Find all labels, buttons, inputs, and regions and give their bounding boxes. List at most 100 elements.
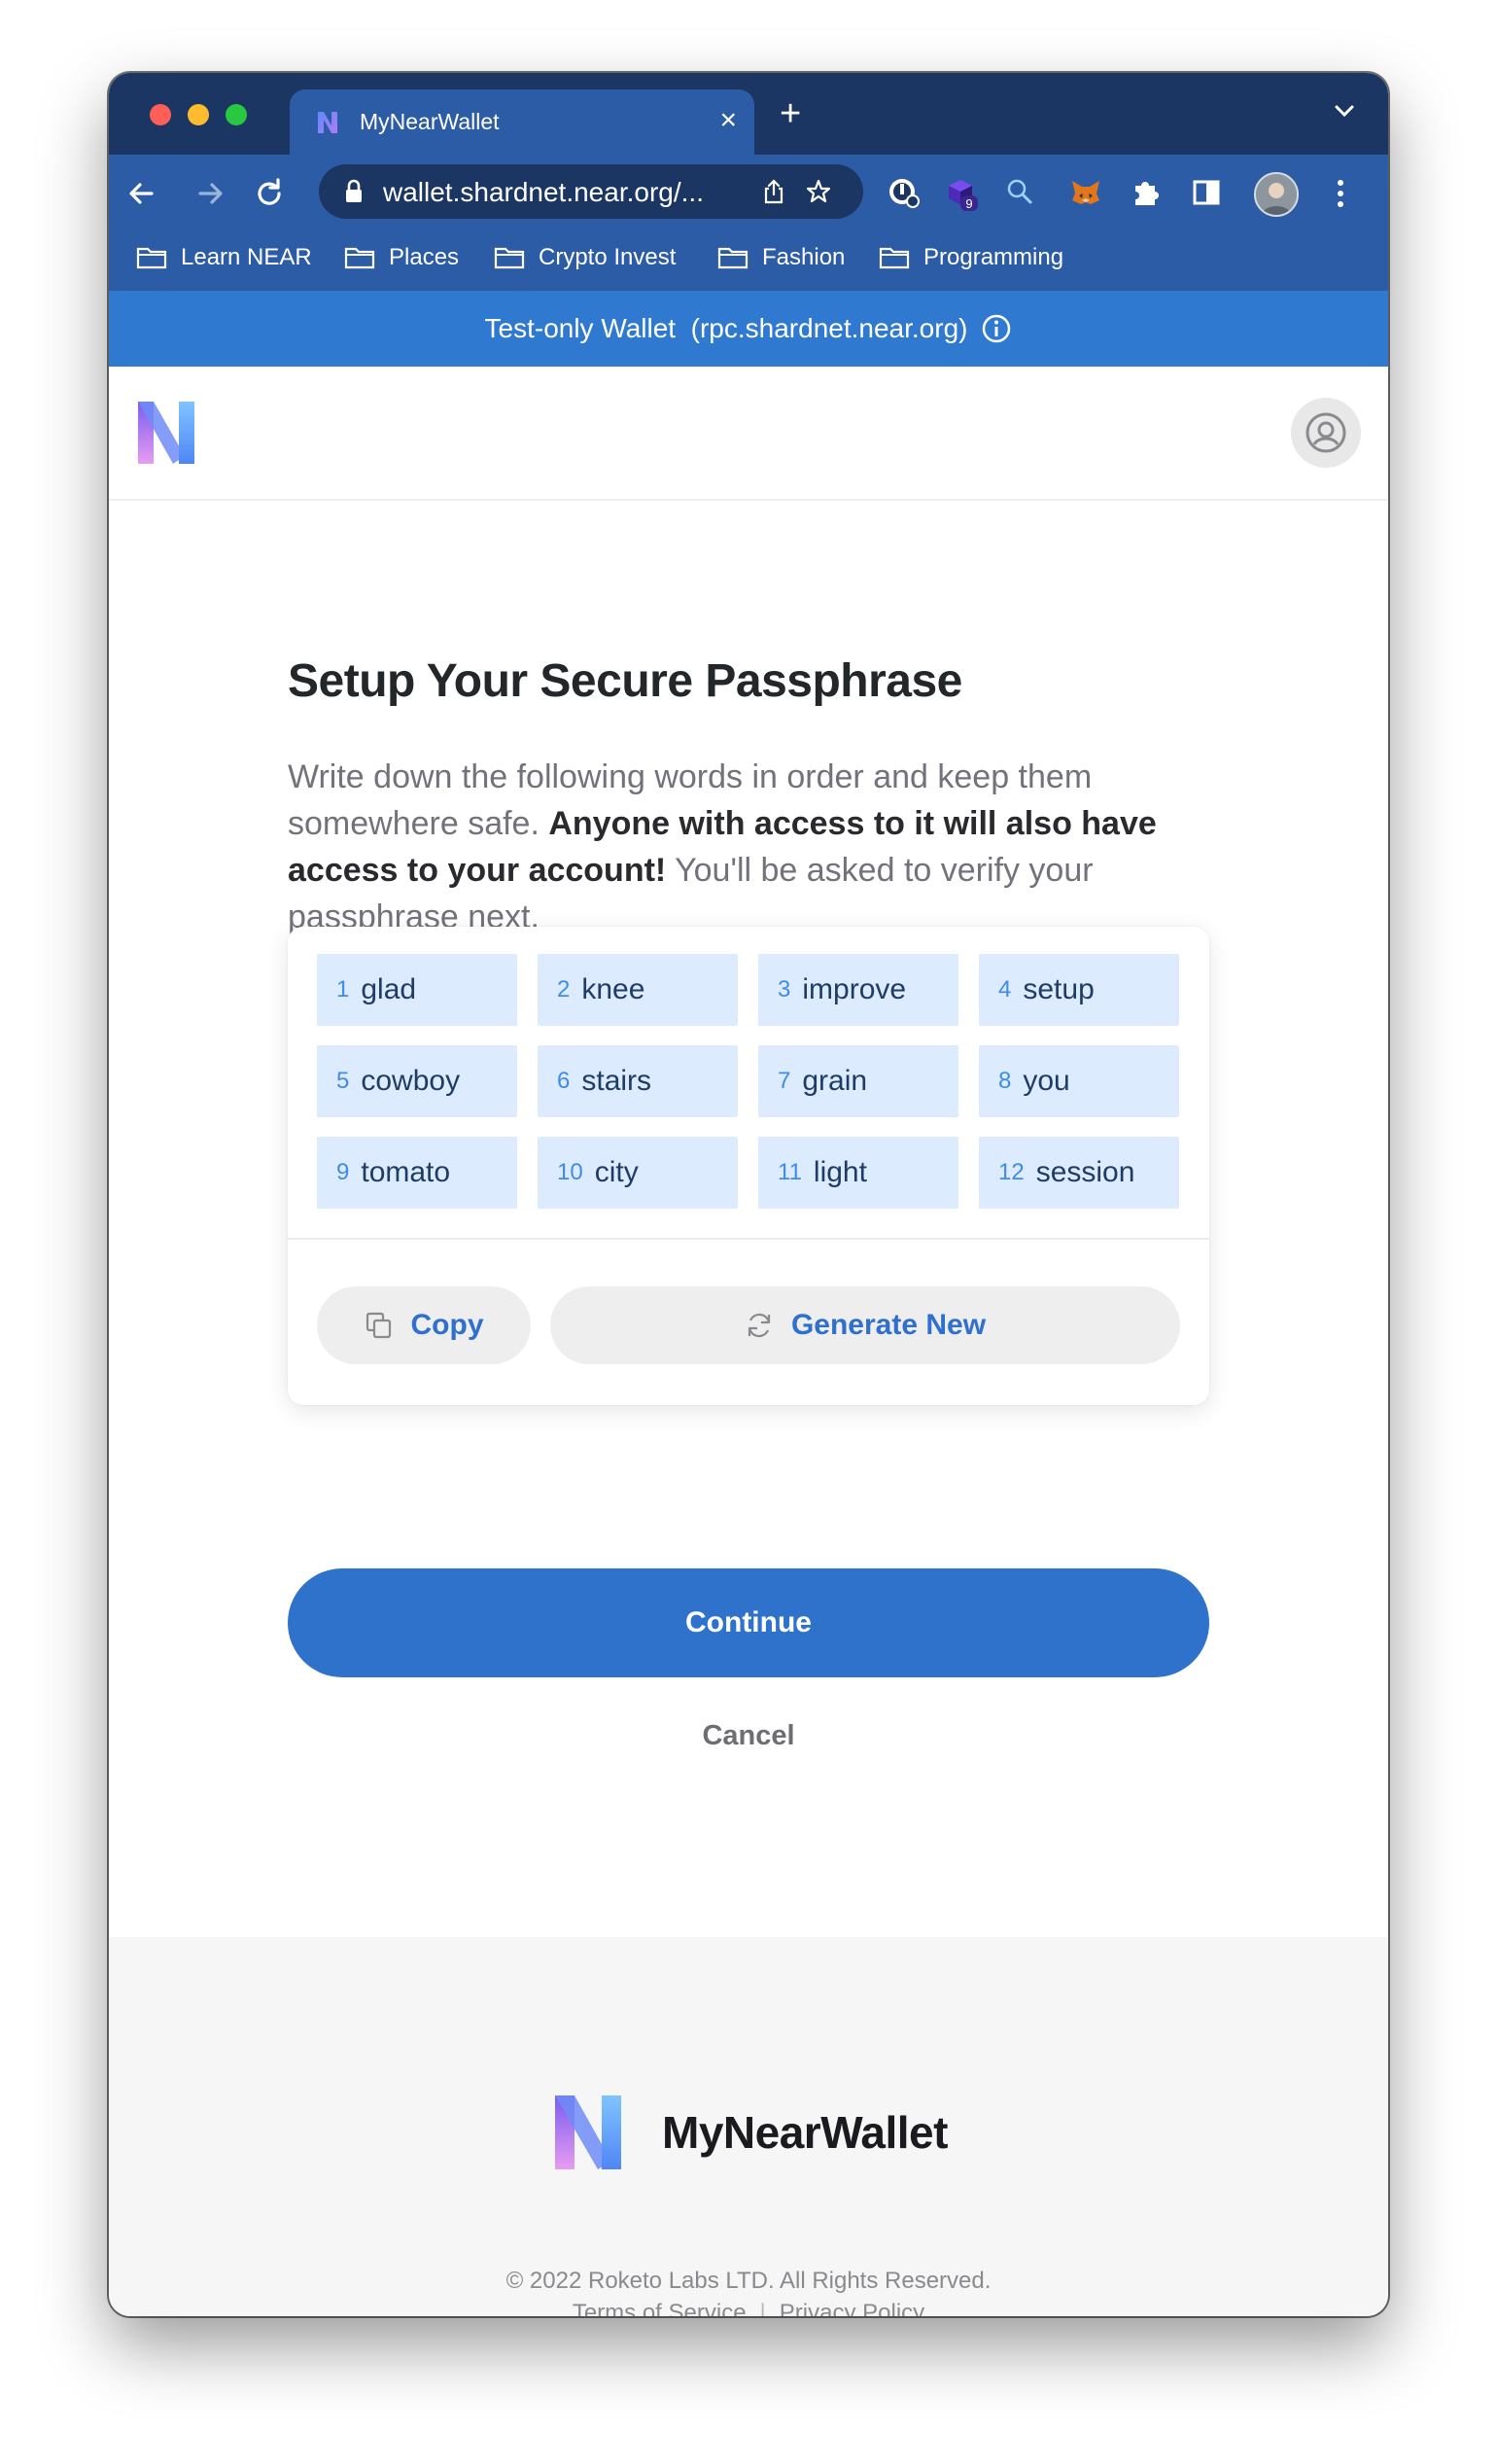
- bookmarks-bar: Learn NEAR Places Crypto Invest Fashion …: [109, 232, 1388, 281]
- word-text: you: [1023, 1065, 1070, 1097]
- passphrase-card: 1 glad 2 knee 3 improve 4 setup 5 cowboy 6 stairs 7 g…: [288, 927, 1209, 1405]
- magnifier-extension-icon[interactable]: [1001, 174, 1038, 211]
- test-network-banner: Test-only Wallet (rpc.shardnet.near.org): [109, 291, 1388, 367]
- cube-extension-icon[interactable]: 9: [943, 174, 980, 211]
- tab-strip: MyNearWallet × +: [109, 73, 1388, 155]
- new-tab-button[interactable]: +: [780, 94, 801, 133]
- reload-icon[interactable]: [251, 174, 290, 213]
- continue-button[interactable]: Continue: [288, 1568, 1209, 1677]
- word-number: 11: [778, 1159, 802, 1185]
- folder-icon: [717, 247, 748, 269]
- word-number: 1: [336, 976, 350, 1003]
- minimize-window-button[interactable]: [188, 104, 209, 125]
- word-number: 4: [998, 976, 1012, 1003]
- extension-badge: 9: [965, 196, 972, 211]
- terms-of-service-link[interactable]: Terms of Service: [573, 2300, 747, 2316]
- forward-arrow-icon[interactable]: [191, 174, 229, 213]
- word-text: stairs: [581, 1065, 652, 1097]
- footer-brand: MyNearWallet: [109, 2088, 1388, 2177]
- site-header: [109, 367, 1388, 501]
- word-text: setup: [1023, 973, 1095, 1005]
- word-number: 3: [778, 976, 791, 1003]
- word-text: cowboy: [361, 1065, 461, 1097]
- passphrase-word-grid: 1 glad 2 knee 3 improve 4 setup 5 cowboy 6 stairs 7 g…: [317, 954, 1180, 1209]
- password-manager-extension-icon[interactable]: [885, 174, 922, 211]
- close-window-button[interactable]: [150, 104, 171, 125]
- browser-tab[interactable]: MyNearWallet ×: [290, 89, 754, 155]
- mynearwallet-logo-icon: [555, 2095, 622, 2169]
- share-icon[interactable]: [760, 178, 787, 205]
- tab-title: MyNearWallet: [360, 109, 500, 134]
- copyright-text: © 2022 Roketo Labs LTD. All Rights Reser…: [505, 2268, 992, 2294]
- bookmark-label: Fashion: [762, 244, 846, 270]
- passphrase-word: 6 stairs: [538, 1045, 738, 1117]
- word-text: knee: [581, 973, 645, 1005]
- passphrase-word: 1 glad: [317, 954, 517, 1026]
- bookmark-crypto-invest[interactable]: Crypto Invest: [494, 242, 676, 273]
- bookmark-learn-near[interactable]: Learn NEAR: [136, 242, 312, 273]
- passphrase-word: 4 setup: [979, 954, 1179, 1026]
- passphrase-word: 11 light: [758, 1137, 958, 1209]
- passphrase-word: 9 tomato: [317, 1137, 517, 1209]
- bookmark-places[interactable]: Places: [344, 242, 459, 273]
- tab-close-icon[interactable]: ×: [719, 103, 737, 138]
- word-text: session: [1035, 1156, 1135, 1188]
- browser-window: MyNearWallet × + wallet.shardnet.near.or…: [109, 73, 1388, 2316]
- passphrase-word: 8 you: [979, 1045, 1179, 1117]
- info-icon[interactable]: [981, 313, 1012, 344]
- folder-icon: [344, 247, 375, 269]
- mynearwallet-logo-icon[interactable]: [134, 398, 198, 468]
- avatar-person-icon: [1256, 174, 1297, 215]
- side-panel-icon[interactable]: [1188, 174, 1225, 211]
- back-arrow-icon[interactable]: [122, 174, 161, 213]
- mynearwallet-favicon-icon: [318, 112, 337, 133]
- generate-new-label: Generate New: [790, 1309, 987, 1341]
- passphrase-word: 5 cowboy: [317, 1045, 517, 1117]
- url-text: wallet.shardnet.near.org/...: [383, 177, 704, 207]
- passphrase-word: 3 improve: [758, 954, 958, 1026]
- link-separator: |: [759, 2300, 766, 2316]
- copy-button[interactable]: Copy: [317, 1286, 531, 1364]
- word-text: glad: [361, 973, 417, 1005]
- page-description: Write down the following words in order …: [288, 754, 1209, 940]
- generate-new-button[interactable]: Generate New: [550, 1286, 1180, 1364]
- folder-icon: [136, 247, 167, 269]
- privacy-policy-link[interactable]: Privacy Policy: [780, 2300, 924, 2316]
- word-number: 12: [998, 1159, 1025, 1185]
- footer-brand-name: MyNearWallet: [662, 2107, 948, 2158]
- account-button[interactable]: [1291, 398, 1361, 468]
- bookmark-star-icon[interactable]: [805, 178, 832, 205]
- metamask-fox-icon[interactable]: [1067, 174, 1104, 211]
- cancel-button[interactable]: Cancel: [288, 1707, 1209, 1765]
- passphrase-word: 2 knee: [538, 954, 738, 1026]
- word-number: 8: [998, 1068, 1012, 1094]
- copy-icon: [366, 1312, 391, 1339]
- maximize-window-button[interactable]: [226, 104, 247, 125]
- passphrase-word: 10 city: [538, 1137, 738, 1209]
- word-text: tomato: [361, 1156, 451, 1188]
- word-number: 7: [778, 1068, 791, 1094]
- profile-avatar[interactable]: [1254, 172, 1299, 217]
- tab-search-chevron-icon[interactable]: [1330, 96, 1359, 125]
- browser-menu-icon[interactable]: [1336, 176, 1345, 211]
- folder-icon: [879, 247, 910, 269]
- word-number: 2: [557, 976, 571, 1003]
- card-divider: [288, 1238, 1209, 1240]
- word-number: 5: [336, 1068, 350, 1094]
- word-number: 6: [557, 1068, 571, 1094]
- site-footer: MyNearWallet © 2022 Roketo Labs LTD. All…: [109, 1937, 1388, 2316]
- passphrase-word: 12 session: [979, 1137, 1179, 1209]
- page-title: Setup Your Secure Passphrase: [288, 655, 962, 707]
- word-number: 10: [557, 1159, 583, 1185]
- word-text: light: [813, 1156, 867, 1188]
- copy-label: Copy: [410, 1309, 484, 1341]
- address-bar[interactable]: wallet.shardnet.near.org/...: [319, 164, 863, 219]
- folder-icon: [494, 247, 525, 269]
- bookmark-fashion[interactable]: Fashion: [717, 242, 845, 273]
- footer-links: Terms of Service | Privacy Policy: [109, 2297, 1388, 2316]
- banner-text: Test-only Wallet (rpc.shardnet.near.org): [484, 313, 968, 343]
- word-text: improve: [802, 973, 907, 1005]
- passphrase-word: 7 grain: [758, 1045, 958, 1117]
- extensions-puzzle-icon[interactable]: [1128, 174, 1165, 211]
- bookmark-programming[interactable]: Programming: [879, 242, 1063, 273]
